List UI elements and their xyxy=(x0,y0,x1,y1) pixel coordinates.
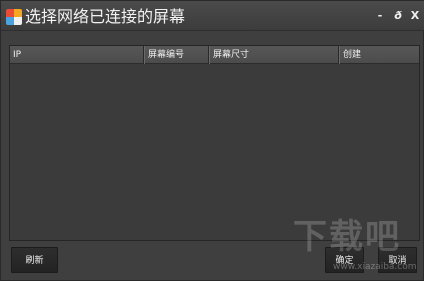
column-header-ip[interactable]: IP xyxy=(10,46,144,64)
ok-button[interactable]: 确定 xyxy=(325,247,364,273)
app-icon xyxy=(6,9,22,25)
column-header-created[interactable]: 创建 xyxy=(339,46,419,64)
screen-list-table[interactable]: IP 屏幕编号 屏幕尺寸 创建 xyxy=(9,45,420,241)
refresh-button[interactable]: 刷新 xyxy=(11,247,58,273)
title-bar[interactable]: 选择网络已连接的屏幕 - ð X xyxy=(1,1,424,31)
minimize-button[interactable]: - xyxy=(373,9,387,23)
window-title: 选择网络已连接的屏幕 xyxy=(25,7,186,26)
maximize-button[interactable]: ð xyxy=(391,9,405,23)
table-body[interactable] xyxy=(10,65,419,240)
dialog-window: 选择网络已连接的屏幕 - ð X IP 屏幕编号 屏幕尺寸 创建 刷新 确定 取… xyxy=(0,0,424,281)
close-button[interactable]: X xyxy=(408,9,422,23)
cancel-button[interactable]: 取消 xyxy=(378,247,417,273)
column-header-screen-size[interactable]: 屏幕尺寸 xyxy=(209,46,339,64)
column-header-screen-number[interactable]: 屏幕编号 xyxy=(144,46,209,64)
table-header: IP 屏幕编号 屏幕尺寸 创建 xyxy=(10,46,419,64)
